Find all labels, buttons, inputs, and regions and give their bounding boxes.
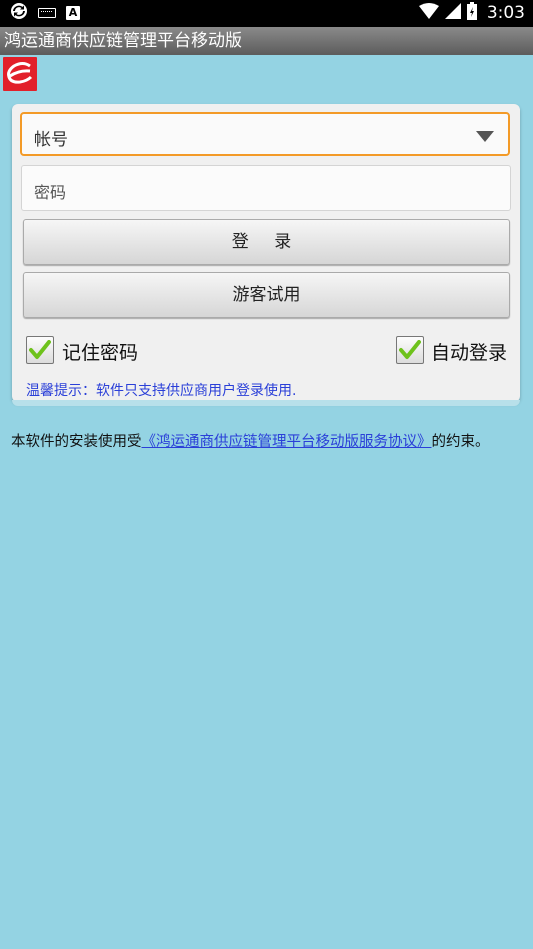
- status-time: 3:03: [486, 3, 525, 23]
- chevron-down-icon[interactable]: [476, 131, 494, 142]
- hint-text: 温馨提示：软件只支持供应商用户登录使用.: [26, 383, 297, 399]
- checkmark-icon: [399, 340, 421, 359]
- status-bar: A 3:03: [0, 0, 533, 27]
- guest-trial-button[interactable]: 游客试用: [23, 272, 510, 318]
- agreement-text: 本软件的安装使用受《鸿运通商供应链管理平台移动版服务协议》的约束。: [11, 430, 490, 451]
- battery-icon: [466, 2, 477, 24]
- auto-login-label[interactable]: 自动登录: [431, 338, 507, 365]
- password-placeholder: 密码: [34, 183, 67, 202]
- a-notification-icon: A: [66, 6, 80, 20]
- checkmark-icon: [29, 340, 51, 359]
- remember-password-label[interactable]: 记住密码: [62, 338, 138, 365]
- login-card: 帐号 密码 登 录 游客试用 记住密码 自动登录 温馨提示：软件只支持供应商用户…: [12, 104, 520, 402]
- service-agreement-link[interactable]: 《鸿运通商供应链管理平台移动版服务协议》: [142, 434, 432, 450]
- status-bar-left: A: [10, 2, 80, 24]
- auto-login-checkbox[interactable]: [396, 336, 424, 364]
- keyboard-icon: [38, 8, 56, 18]
- sync-icon: [10, 2, 28, 24]
- account-dropdown[interactable]: 帐号: [20, 112, 510, 156]
- app-title: 鸿运通商供应链管理平台移动版: [0, 27, 533, 55]
- password-field[interactable]: 密码: [21, 165, 511, 211]
- agreement-suffix: 的约束。: [431, 434, 490, 450]
- login-button[interactable]: 登 录: [23, 219, 510, 265]
- account-value: 帐号: [34, 130, 68, 150]
- agreement-prefix: 本软件的安装使用受: [11, 434, 142, 450]
- signal-icon: [444, 3, 461, 23]
- remember-password-checkbox[interactable]: [26, 336, 54, 364]
- wifi-icon: [418, 3, 439, 23]
- brand-logo-icon: [3, 57, 37, 91]
- card-shadow-strip: [12, 400, 520, 406]
- status-bar-right: 3:03: [418, 2, 525, 24]
